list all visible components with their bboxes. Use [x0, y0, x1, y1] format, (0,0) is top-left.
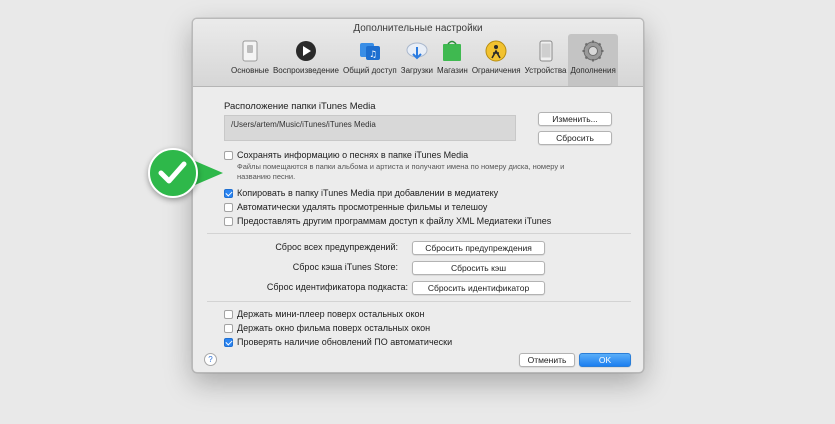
- help-button[interactable]: ?: [204, 353, 217, 366]
- share-icon: ♫: [358, 39, 382, 63]
- media-folder-path-field: /Users/artem/Music/iTunes/iTunes Media: [224, 115, 516, 141]
- checkbox-movie-on-top[interactable]: [224, 324, 233, 333]
- checkbox-keep-organized[interactable]: [224, 151, 233, 160]
- checkmark-badge-icon: [148, 148, 198, 198]
- checkbox-share-xml-label: Предоставлять другим программам доступ к…: [237, 216, 552, 226]
- parental-icon: [484, 39, 508, 63]
- checkbox-auto-delete[interactable]: [224, 203, 233, 212]
- tab-playback[interactable]: Воспроизведение: [271, 34, 341, 86]
- ok-button[interactable]: OK: [579, 353, 631, 367]
- reset-warnings-label: Сброс всех предупреждений:: [275, 242, 398, 252]
- checkbox-miniplayer-on-top-label: Держать мини-плеер поверх остальных окон: [237, 309, 425, 319]
- tab-advanced[interactable]: Дополнения: [568, 34, 618, 86]
- reset-podcast-id-button[interactable]: Сбросить идентификатор: [412, 281, 545, 295]
- change-folder-button[interactable]: Изменить...: [538, 112, 612, 126]
- preferences-toolbar: Основные Воспроизведение ♫ Общий доступ …: [229, 34, 618, 86]
- tab-sharing[interactable]: ♫ Общий доступ: [341, 34, 399, 86]
- reset-warnings-button[interactable]: Сбросить предупреждения: [412, 241, 545, 255]
- tab-restrictions[interactable]: Ограничения: [470, 34, 523, 86]
- switch-icon: [238, 39, 262, 63]
- store-bag-icon: [440, 39, 464, 63]
- tab-store[interactable]: Магазин: [435, 34, 470, 86]
- reset-podcast-id-label: Сброс идентификатора подкаста:: [266, 282, 408, 292]
- reset-cache-button[interactable]: Сбросить кэш: [412, 261, 545, 275]
- checkbox-miniplayer-on-top[interactable]: [224, 310, 233, 319]
- checkbox-auto-update[interactable]: [224, 338, 233, 347]
- preferences-content: Расположение папки iTunes Media /Users/a…: [193, 87, 643, 372]
- checkbox-movie-on-top-label: Держать окно фильма поверх остальных око…: [237, 323, 431, 333]
- window-title: Дополнительные настройки: [353, 23, 483, 34]
- media-folder-heading: Расположение папки iTunes Media: [224, 101, 376, 112]
- tab-downloads[interactable]: Загрузки: [399, 34, 435, 86]
- media-folder-path: /Users/artem/Music/iTunes/iTunes Media: [231, 120, 376, 129]
- play-icon: [294, 39, 318, 63]
- preferences-window: Дополнительные настройки Основные Воспро…: [192, 18, 644, 373]
- callout-arrow: [195, 161, 223, 185]
- titlebar: Дополнительные настройки Основные Воспро…: [193, 19, 643, 87]
- separator: [207, 233, 631, 234]
- separator: [207, 301, 631, 302]
- download-icon: [405, 39, 429, 63]
- checkbox-copy-to-media[interactable]: [224, 189, 233, 198]
- tab-general[interactable]: Основные: [229, 34, 271, 86]
- checkbox-keep-organized-label: Сохранять информацию о песнях в папке iT…: [237, 150, 469, 160]
- reset-folder-button[interactable]: Сбросить: [538, 131, 612, 145]
- device-icon: [534, 39, 558, 63]
- checkbox-share-xml[interactable]: [224, 217, 233, 226]
- checkbox-auto-update-label: Проверять наличие обновлений ПО автомати…: [237, 337, 453, 347]
- checkbox-auto-delete-label: Автоматически удалять просмотренные филь…: [237, 202, 488, 212]
- gear-icon: [581, 39, 605, 63]
- reset-cache-label: Сброс кэша iTunes Store:: [292, 262, 398, 272]
- tab-devices[interactable]: Устройства: [523, 34, 569, 86]
- svg-text:♫: ♫: [369, 50, 377, 60]
- cancel-button[interactable]: Отменить: [519, 353, 575, 367]
- hint-text: Файлы помещаются в папки альбома и артис…: [237, 162, 565, 181]
- checkbox-copy-to-media-label: Копировать в папку iTunes Media при доба…: [237, 188, 499, 198]
